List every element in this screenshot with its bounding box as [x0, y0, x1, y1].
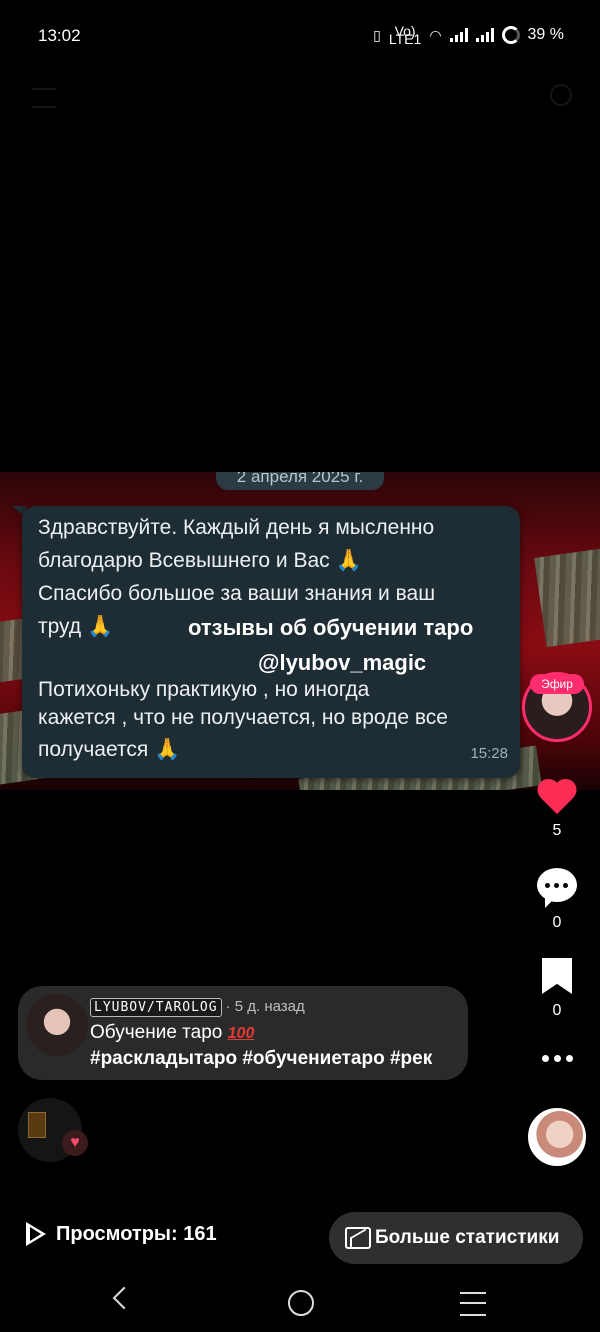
comment-count: 0 — [552, 914, 562, 931]
battery-icon — [501, 26, 520, 44]
date-label: 2 апреля 2025 г. — [216, 472, 384, 490]
nav-back-icon[interactable] — [112, 1286, 136, 1310]
hundred-emoji: 100 — [227, 1025, 255, 1042]
save-count: 0 — [552, 1002, 562, 1019]
overlay-title: отзывы об обучении таро — [188, 615, 474, 640]
message-line: получается 🙏 — [38, 738, 181, 761]
author-avatar[interactable] — [26, 994, 88, 1056]
views-row[interactable]: Просмотры: 161 — [26, 1222, 217, 1246]
caption-title-text: Обучение таро — [90, 1022, 223, 1043]
wifi-icon: ◠ — [429, 26, 442, 43]
more-button[interactable] — [530, 1055, 584, 1062]
like-button[interactable]: 5 — [530, 780, 584, 840]
like-count: 5 — [552, 822, 562, 839]
message-line: благодарю Всевышнего и Вас 🙏 — [38, 549, 362, 572]
search-icon[interactable] — [550, 84, 572, 106]
more-dots-icon — [530, 1055, 584, 1062]
tarot-card-thumb — [28, 1112, 46, 1138]
status-time: 13:02 — [38, 26, 81, 45]
message-line: труд 🙏 — [38, 615, 114, 638]
battery-percent: 39 % — [527, 26, 564, 43]
top-toolbar — [32, 82, 572, 110]
author-name[interactable]: LYUBOV/TAROLOG — [90, 998, 222, 1017]
views-count: Просмотры: 161 — [56, 1222, 217, 1245]
message-line: кажется , что не получается, но вроде вс… — [38, 706, 448, 729]
related-thumbnail[interactable]: ♥ — [18, 1098, 88, 1162]
money-decoration — [534, 546, 600, 648]
message-time: 15:28 — [470, 745, 508, 762]
caption-card[interactable]: LYUBOV/TAROLOG · 5 д. назад Обучение таро… — [18, 986, 468, 1080]
caption-title: Обучение таро 100 — [90, 1022, 254, 1044]
chart-icon — [345, 1227, 371, 1249]
author-row: LYUBOV/TAROLOG · 5 д. назад — [90, 998, 305, 1017]
message-line: Здравствуйте. Каждый день я мысленно — [38, 516, 435, 539]
message-line: Спасибо большое за ваши знания и ваш — [38, 582, 436, 605]
play-icon — [26, 1222, 46, 1246]
caption-hashtags[interactable]: #раскладытаро #обучениетаро #рек — [90, 1048, 432, 1070]
nav-home-icon[interactable] — [288, 1290, 314, 1316]
comment-icon — [537, 868, 577, 908]
message-bubble: Здравствуйте. Каждый день я мысленно бла… — [22, 506, 520, 778]
bookmark-icon — [542, 958, 572, 994]
more-stats-label: Больше статистики — [375, 1227, 560, 1248]
comment-button[interactable]: 0 — [530, 868, 584, 932]
heart-badge-icon: ♥ — [62, 1130, 88, 1156]
menu-icon[interactable] — [32, 88, 56, 108]
nav-recents-icon[interactable] — [460, 1292, 486, 1316]
status-icons: ▯ Vo) LTE1 ◠ 39 % — [373, 23, 564, 47]
music-disc[interactable] — [528, 1108, 586, 1166]
volte-icon: Vo) LTE1 — [388, 23, 422, 47]
signal-icon-1 — [449, 28, 468, 42]
post-time: · 5 д. назад — [225, 998, 305, 1015]
heart-icon — [537, 780, 577, 816]
overlay-handle: @lyubov_magic — [258, 650, 427, 675]
signal-icon-2 — [475, 28, 494, 42]
live-badge: Эфир — [530, 674, 584, 694]
more-stats-button[interactable]: Больше статистики — [329, 1212, 583, 1264]
save-button[interactable]: 0 — [530, 958, 584, 1020]
video-frame[interactable]: 2 апреля 2025 г. Здравствуйте. Каждый де… — [0, 472, 600, 790]
vibrate-icon: ▯ — [373, 26, 381, 43]
message-line: Потихоньку практикую , но иногда — [38, 678, 370, 701]
status-bar: 13:02 ▯ Vo) LTE1 ◠ 39 % — [0, 0, 600, 70]
